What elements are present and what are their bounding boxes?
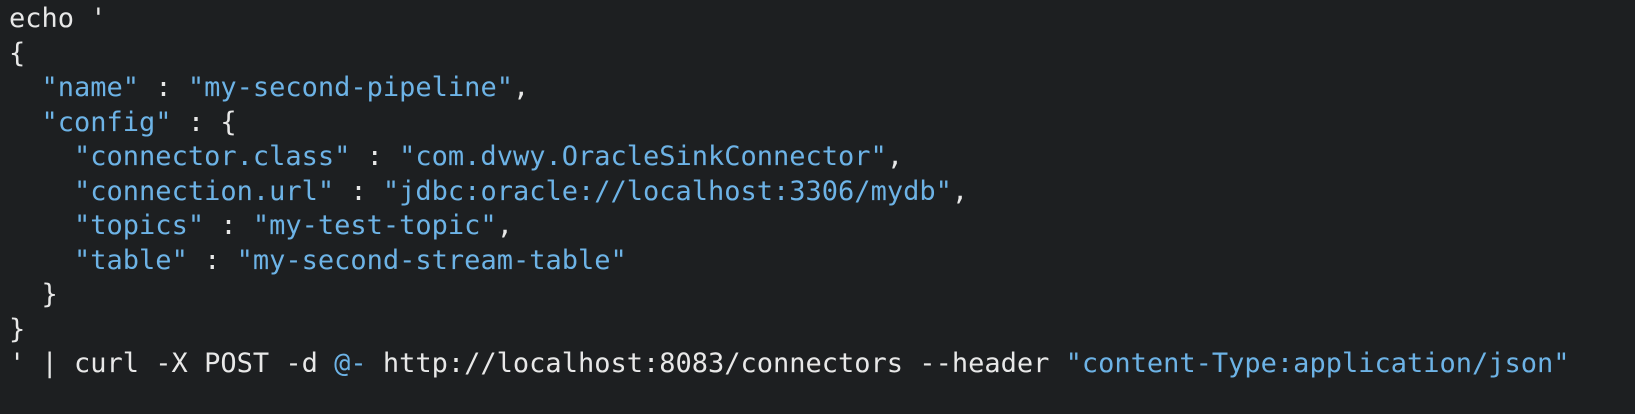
code-token: , xyxy=(512,72,530,103)
string-token: "my-second-stream-table" xyxy=(236,244,627,276)
code-line: "connection.url" : "jdbc:oracle://localh… xyxy=(9,175,1635,210)
string-token: "connector.class" xyxy=(74,141,351,172)
string-token: "my-second-pipeline" xyxy=(187,72,513,103)
string-token: "com.dvwy.OracleSinkConnector" xyxy=(399,141,887,172)
string-token: "connection.url" xyxy=(74,175,335,207)
code-token: : xyxy=(187,244,237,276)
code-line: "topics" : "my-test-topic", xyxy=(9,209,1635,244)
code-token: } xyxy=(9,313,26,345)
string-token: "my-test-topic" xyxy=(252,210,497,241)
code-token: , xyxy=(886,141,904,172)
code-token: echo ' xyxy=(9,3,107,34)
string-token: "name" xyxy=(41,72,140,103)
string-token: "content-Type:application/json" xyxy=(1065,348,1570,379)
code-line: "name" : "my-second-pipeline", xyxy=(9,71,1635,106)
string-token: "jdbc:oracle://localhost:3306/mydb" xyxy=(382,175,952,207)
string-token: @- xyxy=(334,348,367,379)
code-token: { xyxy=(9,37,26,69)
terminal-window[interactable]: echo '{ "name" : "my-second-pipeline", "… xyxy=(0,2,1635,414)
code-token: ' | curl -X POST -d xyxy=(9,348,335,379)
code-line: } xyxy=(9,278,1635,313)
code-line: } xyxy=(9,313,1635,348)
code-line: "table" : "my-second-stream-table" xyxy=(9,244,1635,279)
code-token: : { xyxy=(171,106,237,138)
code-token: : xyxy=(350,141,400,172)
code-line: "config" : { xyxy=(9,106,1635,141)
code-token: , xyxy=(496,210,513,241)
code-token: , xyxy=(951,175,969,207)
code-line: { xyxy=(9,37,1635,72)
code-token: http://localhost:8083/connectors --heade… xyxy=(366,348,1066,379)
code-line: "connector.class" : "com.dvwy.OracleSink… xyxy=(9,140,1635,175)
code-token: : xyxy=(334,175,383,207)
code-line: ' | curl -X POST -d @- http://localhost:… xyxy=(9,347,1635,382)
code-token: } xyxy=(9,279,58,310)
string-token: "config" xyxy=(41,106,172,138)
code-token: : xyxy=(139,72,188,103)
string-token: "topics" xyxy=(74,210,205,241)
code-line: echo ' xyxy=(9,2,1635,37)
code-token: : xyxy=(204,210,253,241)
string-token: "table" xyxy=(74,244,188,276)
